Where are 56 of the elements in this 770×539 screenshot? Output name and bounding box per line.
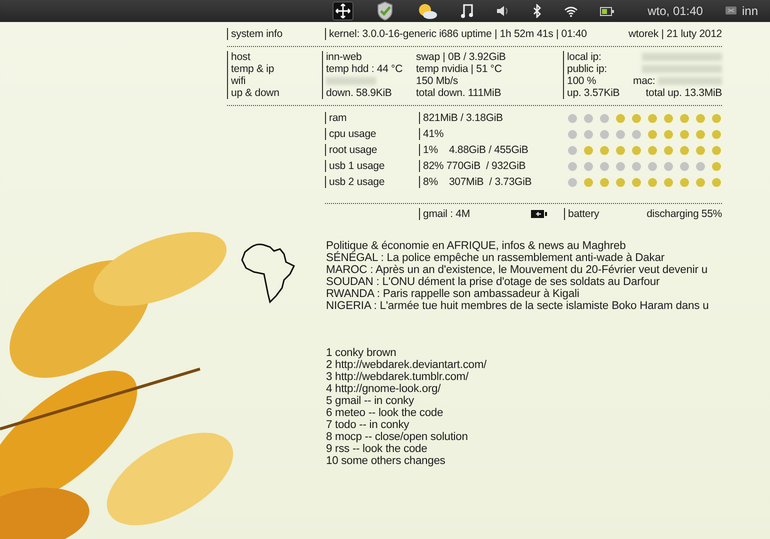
todo-line: 7 todo -- in conky <box>326 419 410 431</box>
todo-line: 10 some others changes <box>326 455 446 467</box>
todo-line: 9 rss -- look the code <box>326 443 428 455</box>
clock[interactable]: wto, 01:40 <box>648 4 703 18</box>
battery-icon <box>531 210 547 218</box>
news-line: SÉNÉGAL : La police empêche un rassemblement anti-wade à Dakar <box>326 252 666 264</box>
resource-label: usb 2 usage <box>325 176 419 188</box>
battery-label: battery <box>564 208 647 220</box>
resource-label: cpu usage <box>325 128 419 140</box>
news-line: Politique & économie en AFRIQUE, infos & news au Maghreb <box>326 240 627 252</box>
todo-line: 5 gmail -- in conky <box>326 395 415 407</box>
todo-line: 8 mocp -- close/open solution <box>326 431 469 443</box>
resource-label: usb 1 usage <box>325 160 419 172</box>
resource-label: root usage <box>325 144 419 156</box>
shield-check-icon[interactable] <box>376 1 394 21</box>
move-arrows-icon[interactable] <box>332 1 354 21</box>
info-text: wifi <box>231 75 246 87</box>
kernel-uptime-text: kernel: 3.0.0-16-generic i686 uptime | 1h 52m 41s | 01:40 <box>325 28 628 40</box>
info-text: down. 58.9KiB <box>326 87 392 99</box>
info-text: 100 % <box>567 75 596 87</box>
todo-line: 3 http://webdarek.tumblr.com/ <box>326 371 470 383</box>
battery-icon[interactable] <box>600 6 614 16</box>
news-line: RWANDA : Paris rappelle son ambassadeur à Kigali <box>326 288 580 300</box>
info-text: temp hdd : 44 °C <box>326 63 403 75</box>
info-text: total up. 13.3MiB <box>646 87 722 99</box>
info-text: up. 3.57KiB <box>567 87 620 99</box>
battery-status: discharging 55% <box>646 208 722 220</box>
news-line: MAROC : Après un an d'existence, le Mouvement du 20-Février veut devenir u <box>326 264 709 276</box>
blurred-value <box>658 77 722 85</box>
date-text: wtorek | 21 luty 2012 <box>628 28 722 40</box>
todo-line: 2 http://webdarek.deviantart.com/ <box>326 359 488 371</box>
speaker-icon[interactable] <box>496 5 510 17</box>
info-text: 150 Mb/s <box>416 75 458 87</box>
section-title: system info <box>227 28 325 40</box>
todo-line: 1 conky brown <box>326 347 398 359</box>
info-text: local ip: <box>567 51 602 63</box>
info-text: inn-web <box>326 51 362 63</box>
info-text: public ip: <box>567 63 607 75</box>
news-line: NIGERIA : L'armée tue huit membres de la secte islamiste Boko Haram dans u <box>326 300 709 312</box>
news-line: SOUDAN : L'ONU dément la prise d'otage de ses soldats au Darfour <box>326 276 661 288</box>
resource-label: ram <box>325 112 419 124</box>
info-text: up & down <box>231 87 280 99</box>
user-name[interactable]: inn <box>742 4 758 18</box>
todo-line: 4 http://gnome-look.org/ <box>326 383 442 395</box>
info-text: temp & ip <box>231 63 274 75</box>
africa-outline-icon <box>240 242 296 304</box>
todo-line: 6 meteo -- look the code <box>326 407 444 419</box>
info-text: mac: <box>633 75 656 87</box>
info-text: host <box>231 51 250 63</box>
info-text: temp nvidia | 51 °C <box>416 63 502 75</box>
music-note-icon[interactable] <box>460 3 474 19</box>
bluetooth-icon[interactable] <box>532 4 542 18</box>
blurred-value <box>326 77 376 85</box>
info-text: total down. 111MiB <box>416 87 502 99</box>
wifi-icon[interactable] <box>564 6 578 16</box>
info-text: swap | 0B / 3.92GiB <box>416 51 506 63</box>
